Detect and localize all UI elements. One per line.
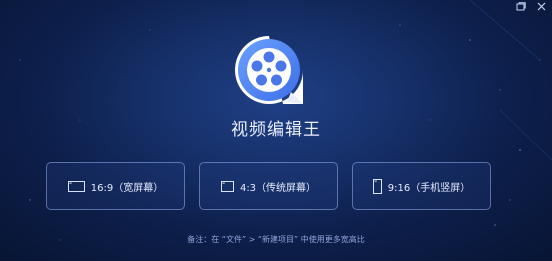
landscape-screen-icon	[67, 180, 85, 192]
ratio-4-3-button[interactable]: 4:3（传统屏幕）	[199, 162, 338, 210]
standard-screen-icon	[220, 180, 234, 192]
window-controls	[514, 0, 548, 12]
ratio-16-9-label: 16:9（宽屏幕）	[90, 182, 164, 194]
ratio-9-16-label: 9:16（手机竖屏）	[387, 182, 471, 194]
window-close-button[interactable]	[534, 0, 548, 12]
ratio-9-16-button[interactable]: 9:16（手机竖屏）	[352, 162, 491, 210]
ratio-16-9-button[interactable]: 16:9（宽屏幕）	[46, 162, 185, 210]
close-icon	[537, 2, 545, 10]
window-restore-icon	[516, 1, 526, 10]
footnote-text: 备注：在 “文件” > “新建项目” 中使用更多宽高比	[187, 235, 365, 244]
film-reel-icon	[235, 36, 303, 104]
window-restore-button[interactable]	[514, 0, 528, 12]
app-title: 视频编辑王	[231, 120, 321, 140]
portrait-phone-icon	[372, 178, 382, 194]
ratio-4-3-label: 4:3（传统屏幕）	[239, 182, 317, 194]
